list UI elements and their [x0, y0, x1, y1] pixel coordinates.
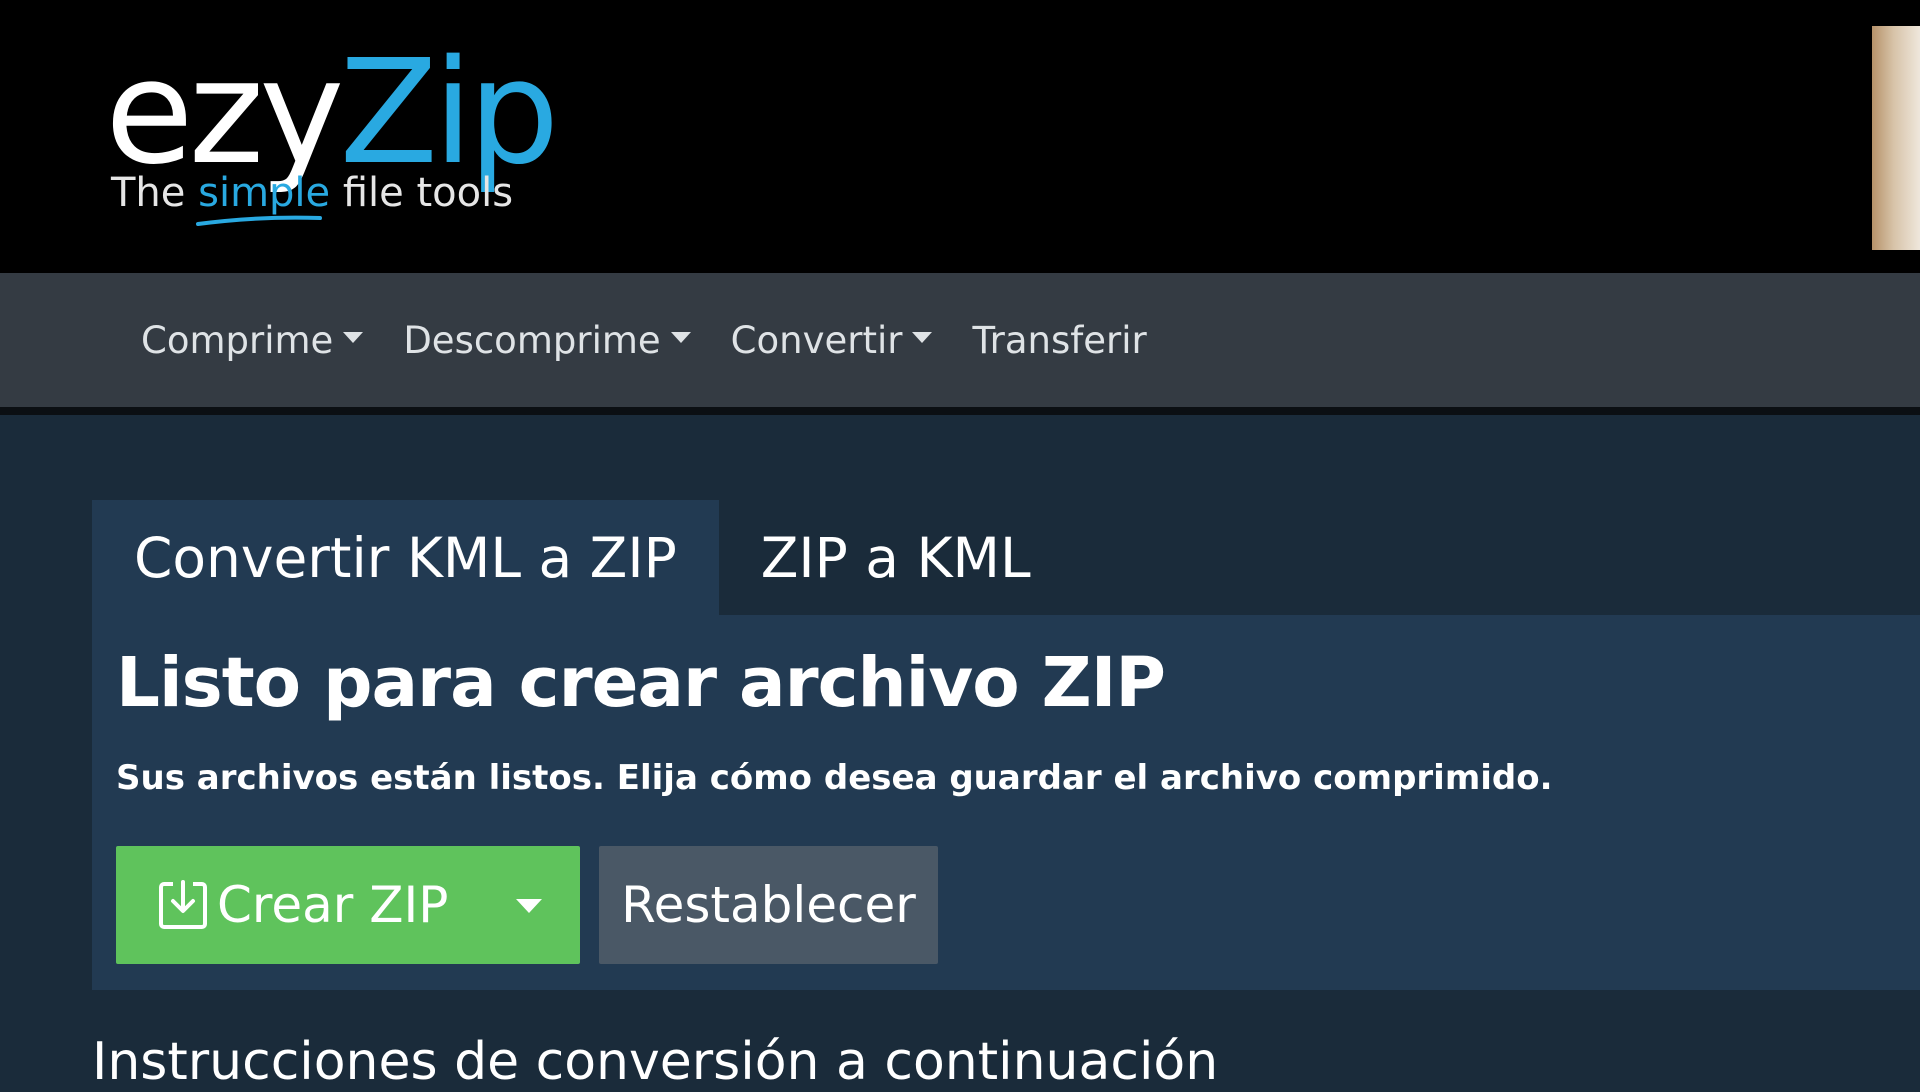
- site-header: ezyZip The simple file tools: [0, 0, 1920, 273]
- panel-subtitle: Sus archivos están listos. Elija cómo de…: [116, 758, 1553, 798]
- panel-title: Listo para crear archivo ZIP: [116, 643, 1166, 723]
- swoosh-underline-icon: [196, 215, 323, 226]
- nav-convertir[interactable]: Convertir: [731, 319, 933, 362]
- nav-transferir[interactable]: Transferir: [972, 319, 1146, 362]
- nav-list: Comprime Descomprime Convertir Transferi…: [141, 273, 1187, 407]
- advertisement-image[interactable]: [1872, 26, 1920, 250]
- nav-comprime-label: Comprime: [141, 318, 334, 362]
- chevron-down-icon: [912, 331, 933, 343]
- ezyzip-logo[interactable]: ezyZip The simple file tools: [105, 22, 559, 242]
- create-zip-button[interactable]: Crear ZIP: [116, 846, 580, 964]
- reset-button[interactable]: Restablecer: [599, 846, 938, 964]
- nav-descomprime-label: Descomprime: [403, 318, 661, 362]
- chevron-down-icon: [670, 331, 691, 343]
- conversion-tabs: Convertir KML a ZIP ZIP a KML: [92, 500, 1071, 615]
- nav-descomprime[interactable]: Descomprime: [403, 318, 691, 362]
- download-icon: [159, 880, 207, 929]
- tab-kml-to-zip[interactable]: Convertir KML a ZIP: [92, 500, 719, 615]
- logo-tagline: The simple file tools: [111, 170, 514, 226]
- instructions-heading: Instrucciones de conversión a continuaci…: [92, 1032, 1219, 1092]
- create-zip-label: Crear ZIP: [217, 876, 449, 934]
- tagline-post: file tools: [330, 170, 514, 216]
- tagline-pre: The: [111, 170, 199, 216]
- tab-zip-to-kml[interactable]: ZIP a KML: [719, 500, 1071, 615]
- nav-comprime[interactable]: Comprime: [141, 318, 364, 362]
- main-navbar: Comprime Descomprime Convertir Transferi…: [0, 273, 1920, 415]
- nav-convertir-label: Convertir: [730, 318, 903, 362]
- result-panel: Listo para crear archivo ZIP Sus archivo…: [92, 615, 1920, 990]
- tagline-highlight: simple: [196, 170, 330, 226]
- nav-transferir-label: Transferir: [972, 318, 1147, 362]
- chevron-down-icon: [343, 331, 364, 343]
- chevron-down-icon[interactable]: [516, 899, 542, 913]
